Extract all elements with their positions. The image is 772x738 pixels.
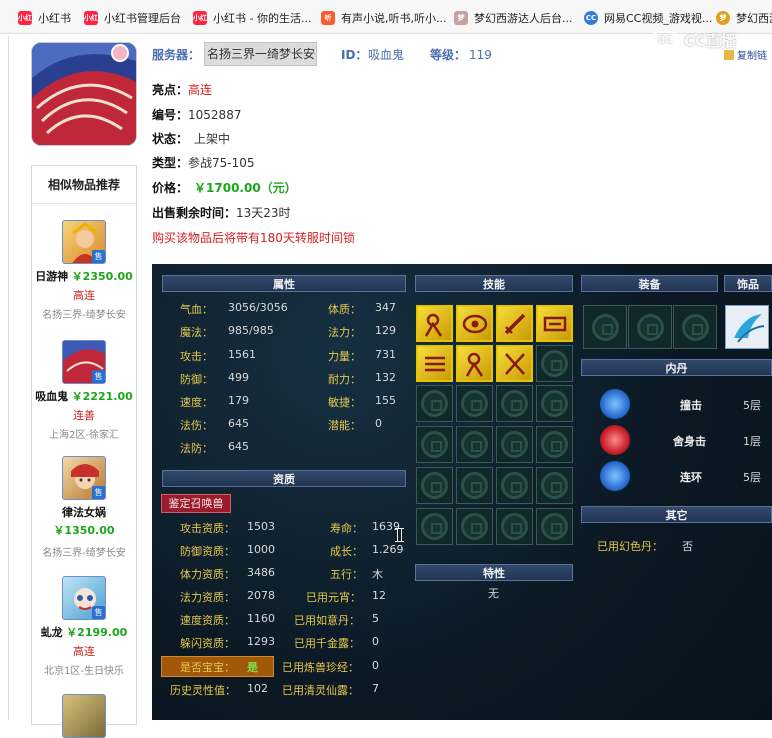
xiaohongshu-icon: 小红	[18, 11, 32, 25]
cc-logo-icon: CC	[650, 30, 680, 51]
empty-skill-slot	[536, 385, 573, 422]
audiobook-icon: 听	[321, 11, 335, 25]
bookmark-netease-cc[interactable]: CC 网易CC视频_游戏视...	[584, 9, 712, 27]
trait-value: 无	[488, 587, 499, 600]
ornament-icon	[734, 314, 765, 343]
text-cursor-icon	[395, 528, 404, 542]
xiaohongshu-icon: 小红	[84, 11, 98, 25]
similar-item[interactable]: 售 律法女娲 ￥1350.00 名扬三界-绮梦长安	[32, 456, 136, 559]
bookmark-xiaohongshu-admin[interactable]: 小红 小红书管理后台	[84, 9, 181, 27]
bookmark-mhxy[interactable]: 梦梦幻西游	[716, 9, 772, 27]
skill-slot[interactable]	[496, 345, 533, 382]
skill-slot[interactable]	[536, 305, 573, 342]
similar-item[interactable]: 售 日游神 ￥2350.00 高连 名扬三界-绮梦长安	[32, 220, 136, 321]
inner-dan-icon	[600, 425, 630, 455]
mhxy-icon: 梦	[454, 11, 468, 25]
netease-cc-icon: CC	[584, 11, 598, 25]
copy-link-button[interactable]: 复制链	[724, 47, 767, 62]
time-row: 出售剩余时间：13天23时	[152, 206, 291, 220]
empty-skill-slot	[416, 467, 453, 504]
empty-skill-slot	[496, 385, 533, 422]
ornament-header: 饰品	[724, 275, 772, 292]
equipment-header: 装备	[581, 275, 718, 292]
copy-icon	[724, 49, 734, 60]
empty-skill-slot	[536, 345, 573, 382]
empty-skill-slot	[536, 467, 573, 504]
equipment-slot	[628, 305, 672, 349]
type-row: 类型：参战75-105	[152, 156, 255, 170]
bookmark-mhxy-admin[interactable]: 梦梦幻西游达人后台...	[454, 9, 573, 27]
page-edge	[8, 36, 9, 720]
empty-skill-slot	[536, 426, 573, 463]
skill-slot[interactable]	[416, 305, 453, 342]
empty-skill-slot	[496, 508, 533, 545]
id-label: ID：	[341, 48, 368, 62]
skill-slot[interactable]	[416, 345, 453, 382]
equipment-slot	[673, 305, 717, 349]
sell-badge: 售	[92, 370, 105, 383]
sell-badge: 售	[92, 486, 105, 499]
server-label: 服务器：	[152, 48, 201, 62]
bookmark-audiobook[interactable]: 听有声小说,听书,听小...	[321, 9, 446, 27]
appraise-pet-button[interactable]: 鉴定召唤兽	[161, 494, 231, 513]
empty-skill-slot	[456, 385, 493, 422]
sell-badge: 售	[92, 250, 105, 263]
empty-skill-slot	[496, 426, 533, 463]
mhxy-icon: 梦	[716, 11, 730, 25]
pet-thumbnail: 售	[62, 456, 106, 500]
similar-item[interactable]: 售 吸血鬼 ￥2221.00 连善 上海2区-徐家汇	[32, 340, 136, 441]
sell-badge: 售	[92, 606, 105, 619]
similar-item[interactable]: 售 虬龙 ￥2199.00 高连 北京1区-生日快乐	[32, 576, 136, 677]
similar-items-panel: 相似物品推荐 售 日游神 ￥2350.00 高连 名扬三界-绮梦长安 售 吸血鬼…	[31, 165, 137, 738]
empty-skill-slot	[496, 467, 533, 504]
skill-slot[interactable]	[456, 345, 493, 382]
pet-thumbnail: 售	[62, 220, 106, 264]
empty-skill-slot	[456, 426, 493, 463]
trait-header: 特性	[415, 564, 573, 581]
similar-items-title: 相似物品推荐	[32, 166, 136, 204]
level-label: 等级：	[430, 48, 467, 62]
server-value: 名扬三界一绮梦长安	[204, 42, 317, 66]
price-row: 价格： ￥1700.00（元）	[152, 181, 297, 195]
transfer-lock-notice: 购买该物品后将带有180天转服时间锁	[152, 231, 355, 245]
empty-skill-slot	[416, 426, 453, 463]
attributes-header: 属性	[162, 275, 406, 292]
bookmark-xiaohongshu-life[interactable]: 小红 小红书 - 你的生活...	[193, 9, 311, 27]
status-row: 状态： 上架中	[152, 132, 231, 146]
similar-item[interactable]	[32, 694, 136, 738]
skills-header: 技能	[415, 275, 573, 292]
highlight-row: 亮点：高连	[152, 83, 213, 97]
aptitude-header: 资质	[162, 470, 406, 487]
equipment-slot	[583, 305, 627, 349]
level-value: 119	[469, 48, 492, 62]
bookmark-xiaohongshu[interactable]: 小红 小红书	[18, 9, 71, 27]
ornament-slot[interactable]	[725, 305, 769, 349]
empty-skill-slot	[416, 508, 453, 545]
empty-skill-slot	[536, 508, 573, 545]
pet-avatar	[31, 42, 137, 146]
pet-thumbnail: 售	[62, 576, 106, 620]
other-header: 其它	[581, 506, 772, 523]
empty-skill-slot	[416, 385, 453, 422]
pet-thumbnail: 售	[62, 340, 106, 384]
empty-skill-slot	[456, 467, 493, 504]
empty-skill-slot	[456, 508, 493, 545]
bookmarks-bar: 小红 小红书 小红 小红书管理后台 小红 小红书 - 你的生活... 听有声小说,听书…	[0, 0, 772, 34]
inner-dan-header: 内丹	[581, 359, 772, 376]
inner-dan-icon	[600, 389, 630, 419]
skill-slot[interactable]	[456, 305, 493, 342]
xiaohongshu-icon: 小红	[193, 11, 207, 25]
pet-thumbnail	[62, 694, 106, 738]
id-value: 吸血鬼	[368, 48, 405, 62]
pet-detail-panel: 属性 气血： 3056/3056 魔法： 985/985 攻击： 1561 防御…	[152, 264, 772, 720]
skill-slot[interactable]	[496, 305, 533, 342]
inner-dan-icon	[600, 461, 630, 491]
number-row: 编号：1052887	[152, 108, 242, 122]
